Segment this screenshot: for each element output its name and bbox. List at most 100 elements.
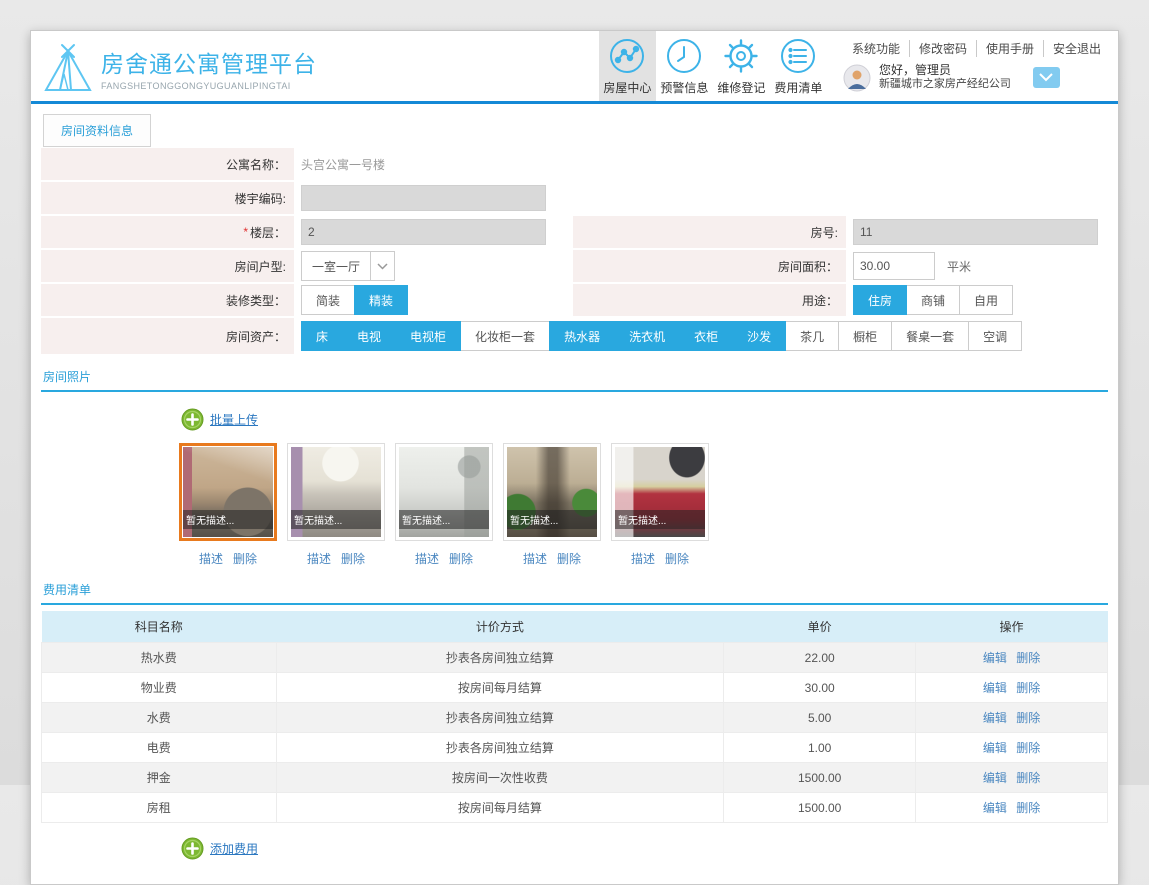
plus-circle-icon bbox=[181, 408, 204, 431]
nav-label: 房屋中心 bbox=[603, 80, 652, 95]
asset-option[interactable]: 电视 bbox=[342, 321, 397, 351]
batch-upload-row: 批量上传 bbox=[181, 408, 1118, 431]
asset-option[interactable]: 热水器 bbox=[549, 321, 616, 351]
photo-gallery: 暂无描述... 描述 删除 暂无描述... 描述 删除 暂无描述... 描述 删… bbox=[178, 443, 1118, 567]
required-asterisk: * bbox=[243, 225, 248, 239]
form-row-floor-roomno: *楼层： 房号: bbox=[41, 216, 1108, 248]
asset-option[interactable]: 洗衣机 bbox=[614, 321, 681, 351]
tent-logo-icon bbox=[41, 40, 95, 96]
batch-upload-link[interactable]: 批量上传 bbox=[210, 411, 258, 428]
photo-desc-link[interactable]: 描述 bbox=[415, 550, 439, 567]
fee-edit-link[interactable]: 编辑 bbox=[983, 681, 1007, 695]
fee-delete-link[interactable]: 删除 bbox=[1016, 681, 1040, 695]
floor-label: 楼层： bbox=[249, 225, 286, 240]
form-row-decoration-usage: 装修类型： 简装 精装 用途： 住房 商铺 自用 bbox=[41, 284, 1108, 316]
usage-option[interactable]: 商铺 bbox=[906, 285, 961, 315]
asset-option[interactable]: 衣柜 bbox=[679, 321, 734, 351]
plus-circle-icon bbox=[181, 837, 204, 860]
decoration-option[interactable]: 精装 bbox=[354, 285, 409, 315]
photo-delete-link[interactable]: 删除 bbox=[665, 550, 689, 567]
add-fee-link[interactable]: 添加费用 bbox=[210, 840, 258, 857]
nav-item-warning-info[interactable]: 预警信息 bbox=[656, 31, 713, 101]
decoration-option[interactable]: 简装 bbox=[301, 285, 356, 315]
apartment-name-label: 公寓名称： bbox=[41, 148, 294, 180]
photo-delete-link[interactable]: 删除 bbox=[233, 550, 257, 567]
asset-option[interactable]: 餐桌一套 bbox=[891, 321, 970, 351]
fee-subject: 押金 bbox=[41, 762, 277, 793]
usage-option[interactable]: 自用 bbox=[959, 285, 1014, 315]
chart-nodes-icon bbox=[608, 37, 646, 75]
chevron-down-icon[interactable] bbox=[1032, 67, 1060, 88]
photo-caption: 暂无描述... bbox=[183, 510, 273, 529]
photo-desc-link[interactable]: 描述 bbox=[199, 550, 223, 567]
photo-desc-link[interactable]: 描述 bbox=[631, 550, 655, 567]
photo-caption: 暂无描述... bbox=[615, 510, 705, 529]
asset-option[interactable]: 沙发 bbox=[732, 321, 787, 351]
header-right: 系统功能 修改密码 使用手册 安全退出 您好，管理员 新疆城市之家房产经纪公司 bbox=[843, 31, 1118, 101]
system-link[interactable]: 修改密码 bbox=[908, 40, 976, 58]
floor-field[interactable] bbox=[301, 219, 546, 245]
photo-image: 暂无描述... bbox=[507, 447, 597, 537]
apartment-name-value: 头宫公寓一号楼 bbox=[301, 157, 386, 172]
room-photo[interactable]: 暂无描述... bbox=[395, 443, 493, 541]
fee-delete-link[interactable]: 删除 bbox=[1016, 711, 1040, 725]
room-photo[interactable]: 暂无描述... bbox=[611, 443, 709, 541]
building-code-field[interactable] bbox=[301, 185, 546, 211]
photo-card: 暂无描述... 描述 删除 bbox=[286, 443, 386, 567]
system-link[interactable]: 系统功能 bbox=[843, 40, 909, 57]
fee-edit-link[interactable]: 编辑 bbox=[983, 801, 1007, 815]
room-area-field[interactable] bbox=[853, 252, 935, 280]
photo-desc-link[interactable]: 描述 bbox=[523, 550, 547, 567]
room-type-select[interactable]: 一室一厅 bbox=[301, 251, 396, 281]
fees-section-title: 费用清单 bbox=[41, 573, 1108, 605]
fee-edit-link[interactable]: 编辑 bbox=[983, 771, 1007, 785]
fee-subject: 电费 bbox=[41, 732, 277, 763]
tab-bar: 房间资料信息 bbox=[31, 104, 1118, 147]
photo-delete-link[interactable]: 删除 bbox=[557, 550, 581, 567]
fee-table-row: 房租 按房间每月结算 1500.00 编辑 删除 bbox=[41, 792, 1108, 823]
asset-option[interactable]: 空调 bbox=[968, 321, 1023, 351]
room-photo[interactable]: 暂无描述... bbox=[179, 443, 277, 541]
list-circle-icon bbox=[779, 37, 817, 75]
nav-item-repair-register[interactable]: 维修登记 bbox=[713, 31, 770, 101]
photo-card: 暂无描述... 描述 删除 bbox=[394, 443, 494, 567]
fee-price: 1.00 bbox=[723, 732, 917, 763]
fee-price: 30.00 bbox=[723, 672, 917, 703]
nav-item-house-center[interactable]: 房屋中心 bbox=[598, 31, 656, 101]
photo-card: 暂无描述... 描述 删除 bbox=[502, 443, 602, 567]
fee-subject: 热水费 bbox=[41, 642, 277, 673]
fee-edit-link[interactable]: 编辑 bbox=[983, 741, 1007, 755]
asset-option[interactable]: 化妆柜一套 bbox=[460, 321, 551, 351]
fee-delete-link[interactable]: 删除 bbox=[1016, 801, 1040, 815]
photo-card: 暂无描述... 描述 删除 bbox=[178, 443, 278, 567]
photo-delete-link[interactable]: 删除 bbox=[449, 550, 473, 567]
room-photo[interactable]: 暂无描述... bbox=[503, 443, 601, 541]
usage-option[interactable]: 住房 bbox=[853, 285, 908, 315]
photo-image: 暂无描述... bbox=[183, 447, 273, 537]
fee-edit-link[interactable]: 编辑 bbox=[983, 711, 1007, 725]
fee-delete-link[interactable]: 删除 bbox=[1016, 771, 1040, 785]
asset-option[interactable]: 橱柜 bbox=[838, 321, 893, 351]
tab-room-info[interactable]: 房间资料信息 bbox=[43, 114, 152, 147]
fee-edit-link[interactable]: 编辑 bbox=[983, 651, 1007, 665]
room-photo[interactable]: 暂无描述... bbox=[287, 443, 385, 541]
asset-option[interactable]: 电视柜 bbox=[395, 321, 462, 351]
system-link[interactable]: 使用手册 bbox=[975, 40, 1043, 58]
fee-delete-link[interactable]: 删除 bbox=[1016, 651, 1040, 665]
main-window: 房舍通公寓管理平台 FANGSHETONGGONGYUGUANLIPINGTAI bbox=[30, 30, 1119, 885]
photo-card: 暂无描述... 描述 删除 bbox=[610, 443, 710, 567]
main-nav: 房屋中心 预警信息 维修登记 费用清单 bbox=[598, 31, 827, 101]
photo-delete-link[interactable]: 删除 bbox=[341, 550, 365, 567]
form-row-type-area: 房间户型: 一室一厅 房间面积： 平米 bbox=[41, 250, 1108, 282]
fee-table: 科目名称 计价方式 单价 操作 热水费 抄表各房间独立结算 22.00 编辑 删… bbox=[41, 611, 1108, 823]
asset-option[interactable]: 茶几 bbox=[785, 321, 840, 351]
fee-subject: 房租 bbox=[41, 792, 277, 823]
fee-pricing: 按房间每月结算 bbox=[275, 792, 725, 823]
system-link[interactable]: 安全退出 bbox=[1042, 40, 1110, 58]
room-no-field[interactable] bbox=[853, 219, 1098, 245]
nav-item-fee-list[interactable]: 费用清单 bbox=[770, 31, 827, 101]
fee-delete-link[interactable]: 删除 bbox=[1016, 741, 1040, 755]
asset-option[interactable]: 床 bbox=[301, 321, 344, 351]
photo-desc-link[interactable]: 描述 bbox=[307, 550, 331, 567]
room-type-label: 房间户型: bbox=[41, 250, 294, 282]
